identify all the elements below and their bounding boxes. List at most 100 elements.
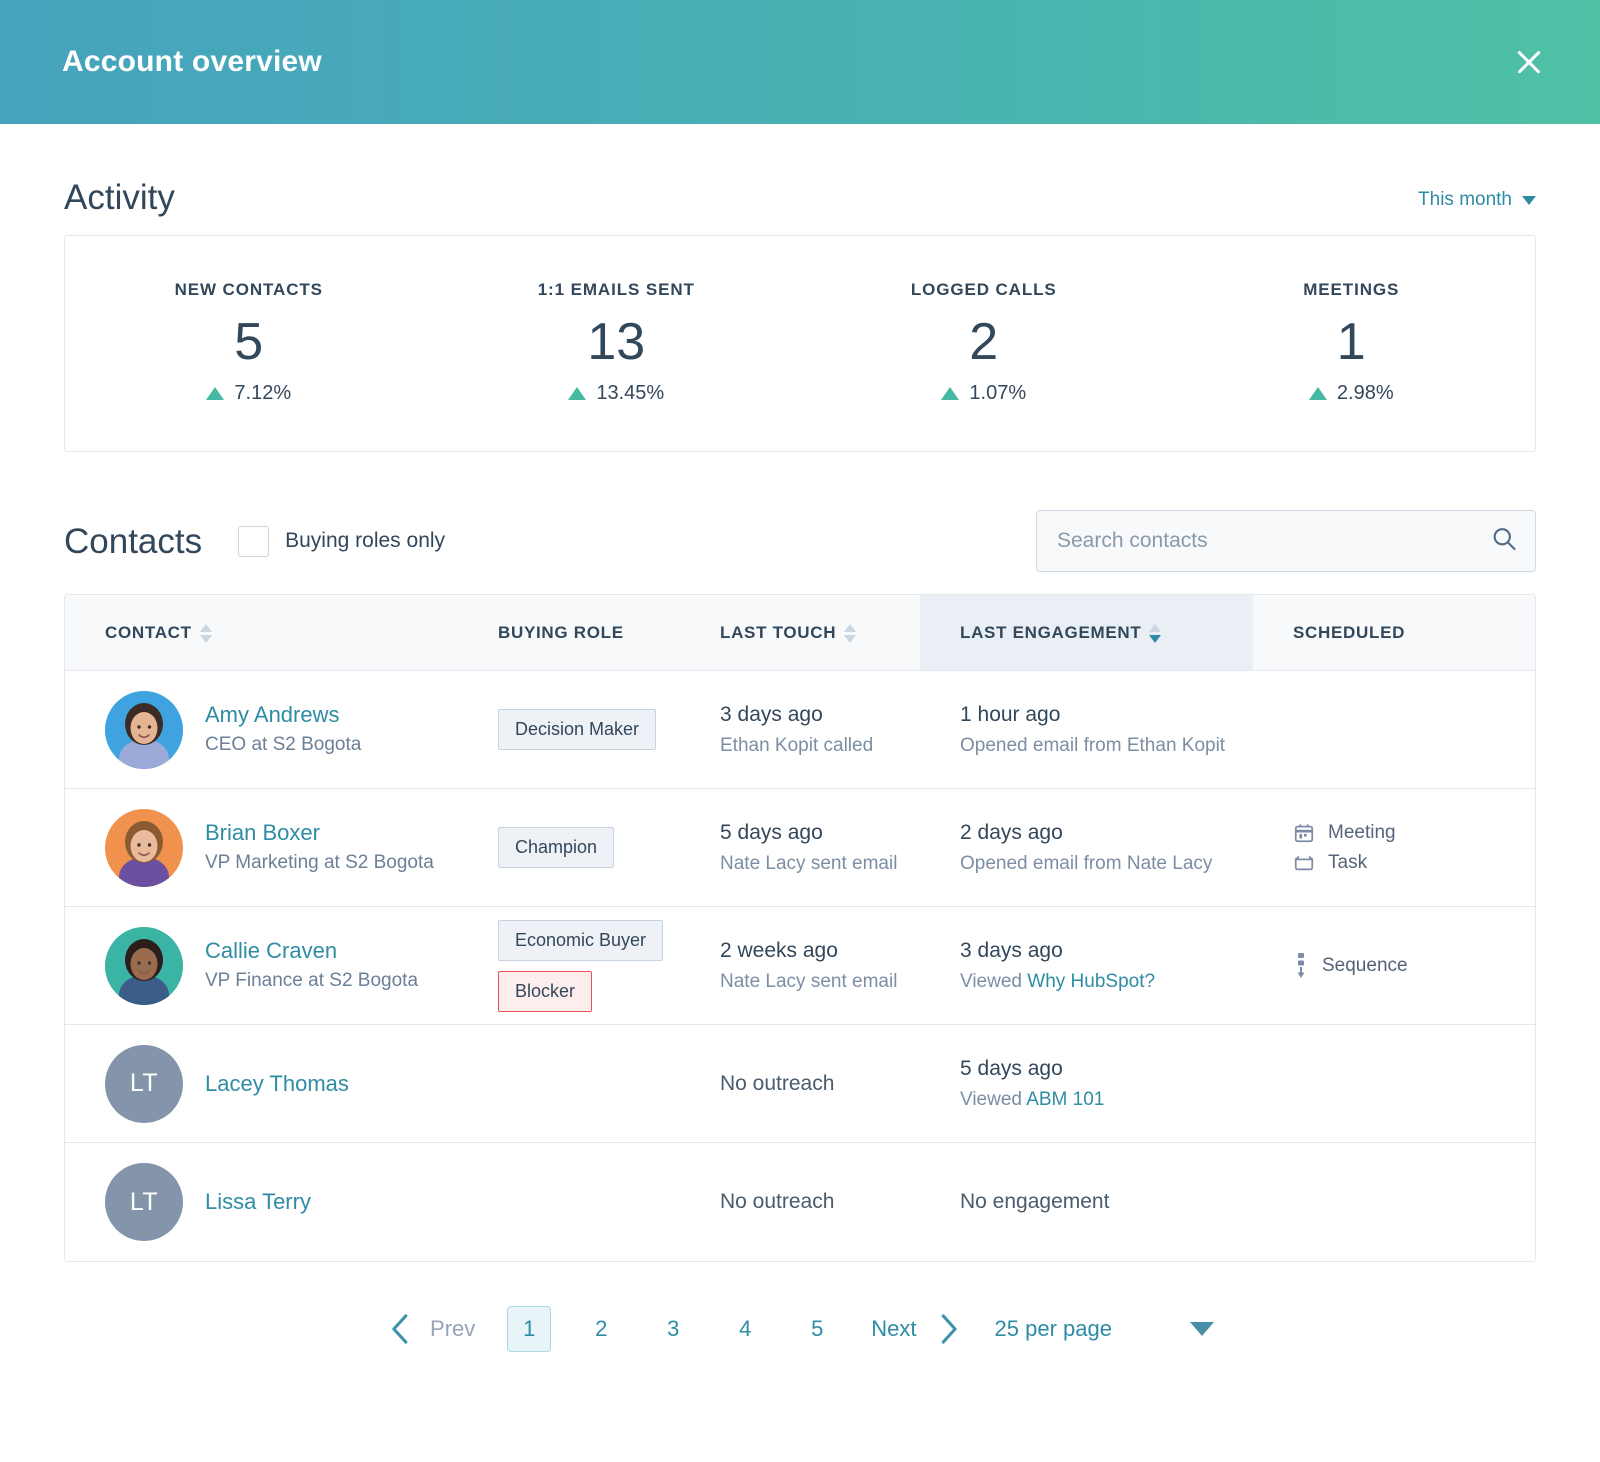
- contact-name-link[interactable]: Amy Andrews: [205, 701, 361, 729]
- engagement-link[interactable]: Why HubSpot?: [1027, 971, 1155, 992]
- table-header-row: CONTACT BUYING ROLE LAST TOUCH LAST ENGA…: [65, 595, 1535, 671]
- stat-card: 1:1 EMAILS SENT1313.45%: [433, 280, 801, 405]
- stat-delta: 13.45%: [433, 382, 801, 405]
- last-touch-time: No outreach: [720, 1072, 834, 1096]
- last-engagement-time: 3 days ago: [960, 937, 1063, 964]
- avatar: LT: [105, 1163, 183, 1241]
- contact-name-link[interactable]: Brian Boxer: [205, 819, 434, 847]
- engagement-detail-text: Opened email from Nate Lacy: [960, 853, 1212, 874]
- stat-delta: 7.12%: [65, 382, 433, 405]
- period-dropdown-label: This month: [1418, 189, 1512, 211]
- cell-scheduled: Meeting Task: [1253, 822, 1535, 874]
- modal-body: Activity This month NEW CONTACTS57.12%1:…: [0, 124, 1600, 1392]
- page-number-3[interactable]: 3: [651, 1306, 695, 1352]
- contacts-section-header: Contacts Buying roles only: [64, 452, 1536, 594]
- avatar-initials: LT: [130, 1188, 158, 1217]
- last-touch-time: 2 weeks ago: [720, 937, 838, 964]
- contact-identity: Amy AndrewsCEO at S2 Bogota: [205, 701, 361, 757]
- period-dropdown[interactable]: This month: [1418, 189, 1536, 215]
- stat-card: LOGGED CALLS 2 1.07%: [800, 280, 1168, 405]
- scheduled-item[interactable]: Task: [1293, 852, 1367, 874]
- calendar-icon: [1293, 822, 1315, 844]
- last-engagement-time: No engagement: [960, 1190, 1109, 1214]
- last-touch-time: No outreach: [720, 1190, 834, 1214]
- page-number-4[interactable]: 4: [723, 1306, 767, 1352]
- table-row[interactable]: Brian BoxerVP Marketing at S2 Bogota Cham…: [65, 789, 1535, 907]
- trend-up-icon: [206, 387, 224, 400]
- next-page-button[interactable]: Next: [853, 1316, 932, 1342]
- table-row[interactable]: Amy AndrewsCEO at S2 Bogota Decision Make…: [65, 671, 1535, 789]
- stat-value: 2: [800, 316, 1168, 368]
- cell-contact: LT Lissa Terry: [65, 1163, 458, 1241]
- cell-last-engagement: 5 days agoViewed ABM 101: [920, 1055, 1253, 1113]
- engagement-link[interactable]: ABM 101: [1026, 1089, 1104, 1110]
- per-page-chevron-down-icon[interactable]: [1190, 1322, 1214, 1336]
- engagement-detail-text: Opened email from Ethan Kopit: [960, 735, 1225, 756]
- page-number-5[interactable]: 5: [795, 1306, 839, 1352]
- cell-buying-role: Decision Maker: [458, 709, 680, 750]
- cell-buying-role: Economic Buyer Blocker: [458, 920, 680, 1012]
- prev-page-button[interactable]: Prev: [416, 1316, 493, 1342]
- stat-delta-value: 2.98%: [1337, 382, 1394, 405]
- column-header-scheduled[interactable]: SCHEDULED: [1253, 595, 1535, 670]
- column-header-buying-role-label: BUYING ROLE: [498, 623, 624, 643]
- table-row[interactable]: Callie Craven VP Finance at S2 Bogota Econ…: [65, 907, 1535, 1025]
- prev-page-chevron-icon[interactable]: [386, 1310, 416, 1348]
- buying-role-tag[interactable]: Economic Buyer: [498, 920, 663, 961]
- stat-label: 1:1 EMAILS SENT: [433, 280, 801, 300]
- contact-identity: Brian BoxerVP Marketing at S2 Bogota: [205, 819, 434, 875]
- buying-roles-only-checkbox[interactable]: Buying roles only: [238, 526, 445, 557]
- page-number-2[interactable]: 2: [579, 1306, 623, 1352]
- contact-name-link[interactable]: Lissa Terry: [205, 1188, 311, 1216]
- cell-scheduled: Sequence: [1253, 953, 1535, 979]
- cell-last-engagement: 3 days agoViewed Why HubSpot?: [920, 937, 1253, 995]
- next-page-chevron-icon[interactable]: [933, 1310, 963, 1348]
- search-input[interactable]: [1036, 510, 1536, 572]
- column-header-buying-role[interactable]: BUYING ROLE: [458, 595, 680, 670]
- last-touch-time: 5 days ago: [720, 819, 823, 846]
- avatar: [105, 927, 183, 1005]
- stat-delta-value: 1.07%: [969, 382, 1026, 405]
- avatar: [105, 809, 183, 887]
- cell-contact: LT Lacey Thomas: [65, 1045, 458, 1123]
- stat-value: 1: [1168, 316, 1536, 368]
- trend-up-icon: [568, 387, 586, 400]
- last-touch-time: 3 days ago: [720, 701, 823, 728]
- buying-role-tag[interactable]: Blocker: [498, 971, 592, 1012]
- last-engagement-time: 2 days ago: [960, 819, 1063, 846]
- last-engagement-time: 5 days ago: [960, 1055, 1063, 1082]
- stat-card: NEW CONTACTS57.12%: [65, 280, 433, 405]
- page-number-1[interactable]: 1: [507, 1306, 551, 1352]
- scheduled-item[interactable]: Meeting: [1293, 822, 1396, 844]
- checkbox-box[interactable]: [238, 526, 269, 557]
- cell-last-engagement: 2 days ago Opened email from Nate Lacy: [920, 819, 1253, 877]
- table-row[interactable]: LT Lacey Thomas No outreach 5 days agoViewe…: [65, 1025, 1535, 1143]
- buying-role-tag[interactable]: Decision Maker: [498, 709, 656, 750]
- contacts-table: CONTACT BUYING ROLE LAST TOUCH LAST ENGA…: [64, 594, 1536, 1262]
- sort-icon[interactable]: [844, 623, 856, 643]
- table-row[interactable]: LT Lissa Terry No outreach No engagement: [65, 1143, 1535, 1261]
- last-touch-detail: Ethan Kopit called: [720, 734, 873, 759]
- cell-contact: Brian BoxerVP Marketing at S2 Bogota: [65, 809, 458, 887]
- contact-title: VP Finance at S2 Bogota: [205, 968, 418, 994]
- column-header-last-engagement[interactable]: LAST ENGAGEMENT: [920, 595, 1253, 670]
- contact-name-link[interactable]: Callie Craven: [205, 937, 418, 965]
- activity-stats-card: NEW CONTACTS57.12%1:1 EMAILS SENT1313.45…: [64, 235, 1536, 452]
- avatar: LT: [105, 1045, 183, 1123]
- column-header-contact[interactable]: CONTACT: [65, 595, 458, 670]
- last-engagement-detail: Opened email from Ethan Kopit: [960, 734, 1225, 759]
- column-header-last-touch[interactable]: LAST TOUCH: [680, 595, 920, 670]
- activity-section-header: Activity This month: [64, 124, 1536, 235]
- cell-last-touch: No outreach: [680, 1190, 920, 1214]
- last-engagement-detail: Opened email from Nate Lacy: [960, 852, 1212, 877]
- sort-icon[interactable]: [200, 623, 212, 643]
- close-icon[interactable]: [1506, 39, 1552, 85]
- search-contacts-wrapper: [1036, 510, 1536, 572]
- sort-icon-active[interactable]: [1149, 623, 1161, 643]
- stat-label: LOGGED CALLS: [800, 280, 1168, 300]
- per-page-dropdown[interactable]: 25 per page: [995, 1316, 1112, 1342]
- contact-name-link[interactable]: Lacey Thomas: [205, 1070, 349, 1098]
- scheduled-label: Task: [1328, 852, 1367, 874]
- buying-role-tag[interactable]: Champion: [498, 827, 614, 868]
- scheduled-item[interactable]: Sequence: [1293, 953, 1408, 979]
